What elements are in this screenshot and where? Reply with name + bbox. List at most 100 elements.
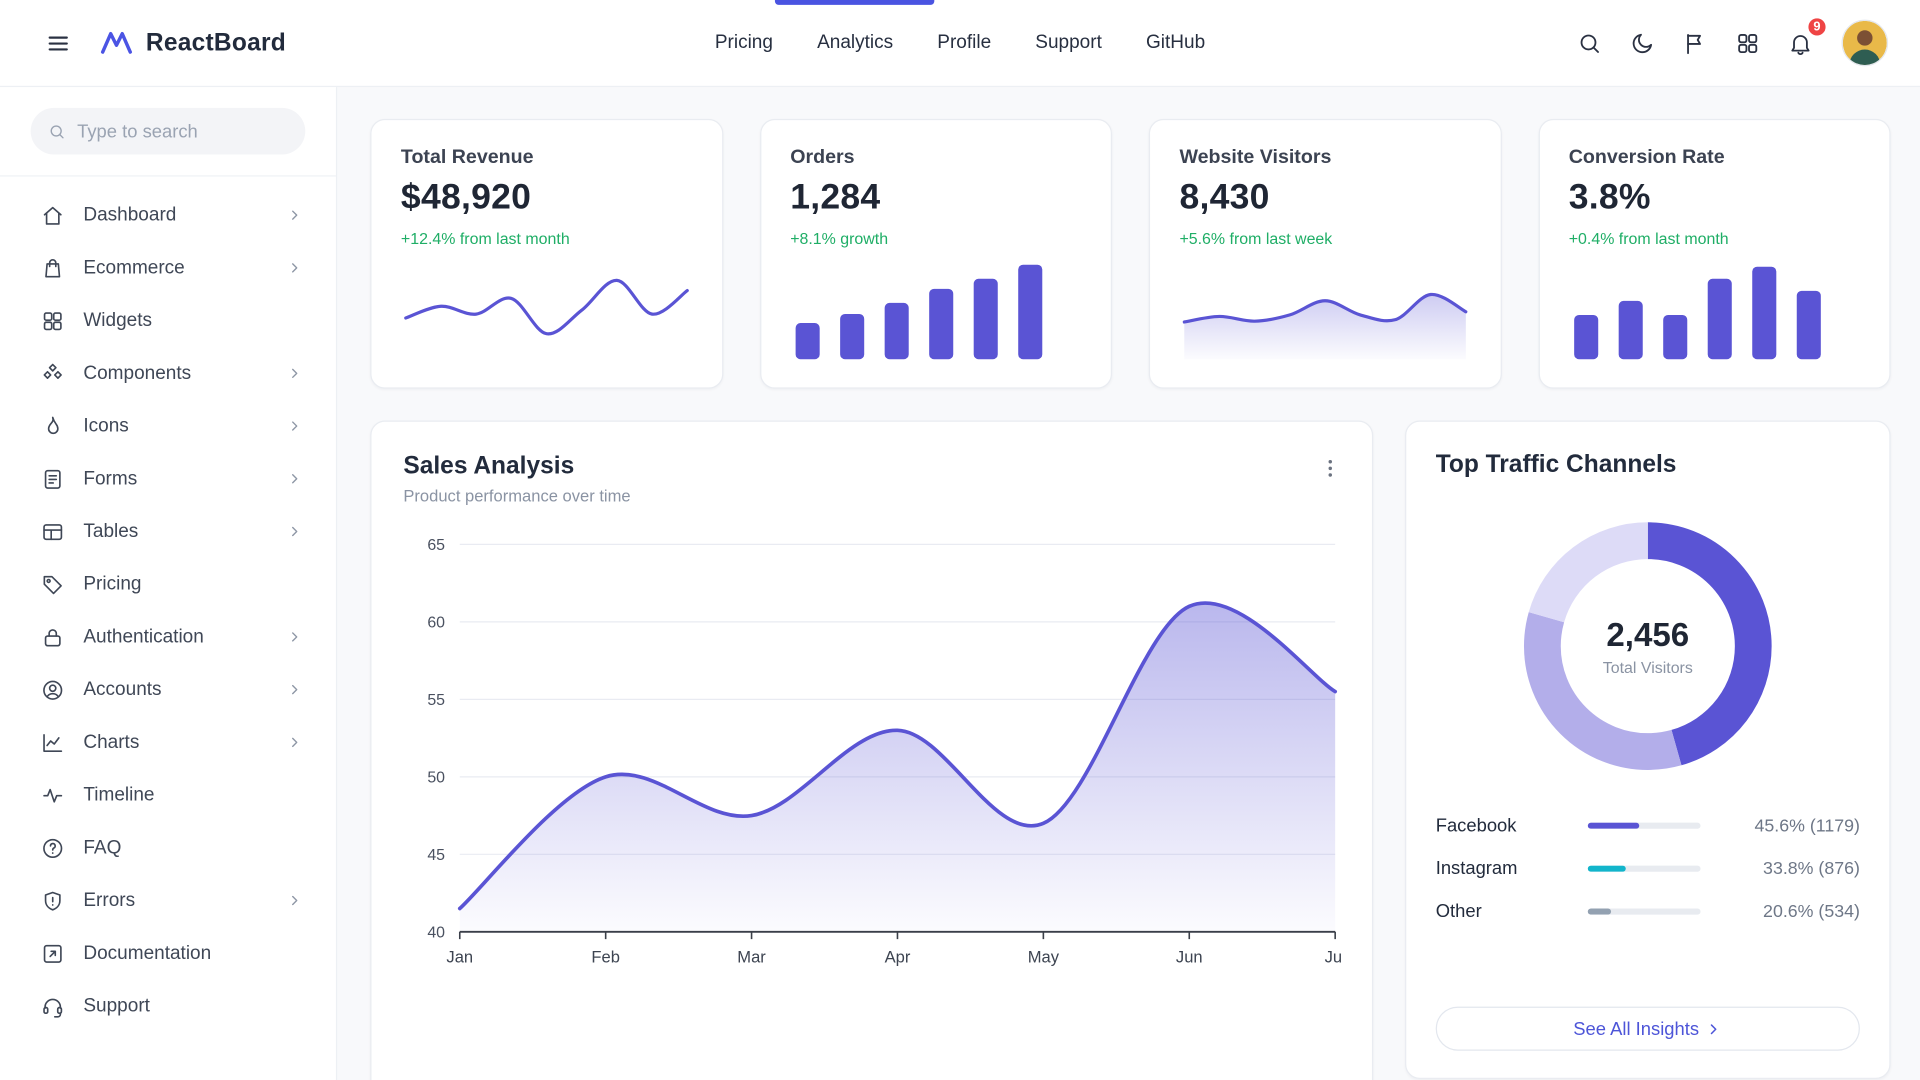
sidebar-item-label: Ecommerce xyxy=(83,257,267,279)
menu-button[interactable] xyxy=(37,22,79,64)
main-content: Total Revenue$48,920+12.4% from last mon… xyxy=(337,87,1920,1080)
topbar-left: ReactBoard xyxy=(37,22,286,64)
channel-progress-bar xyxy=(1588,823,1701,829)
sidebar-item-pricing[interactable]: Pricing xyxy=(17,558,319,611)
brand[interactable]: ReactBoard xyxy=(98,25,286,62)
stat-sparkline xyxy=(1179,254,1470,362)
sidebar-item-support[interactable]: Support xyxy=(17,980,319,1033)
traffic-channels-card: Top Traffic Channels 2,456 Total Visitor… xyxy=(1405,421,1891,1079)
avatar-image xyxy=(1843,21,1887,65)
flame-icon xyxy=(40,414,65,439)
sidebar-search-box xyxy=(31,108,306,155)
channel-name: Facebook xyxy=(1436,815,1573,836)
traffic-donut: 2,456 Total Visitors xyxy=(1506,504,1790,788)
channel-progress-bar xyxy=(1588,909,1701,915)
chevron-right-icon xyxy=(286,891,304,909)
language-button[interactable] xyxy=(1674,22,1716,64)
sidebar-item-accounts[interactable]: Accounts xyxy=(17,663,319,716)
topbar: ReactBoard Pricing Analytics Profile Suppor… xyxy=(0,0,1920,87)
nav-label: GitHub xyxy=(1146,32,1205,54)
nav-support[interactable]: Support xyxy=(1018,0,1119,86)
sidebar-item-tables[interactable]: Tables xyxy=(17,505,319,558)
sidebar-item-forms[interactable]: Forms xyxy=(17,452,319,505)
channel-stat: 33.8% (876) xyxy=(1715,859,1860,879)
form-icon xyxy=(40,467,65,492)
sidebar-item-label: Timeline xyxy=(83,784,304,806)
stat-delta: +12.4% from last month xyxy=(401,229,692,247)
see-all-insights-button[interactable]: See All Insights xyxy=(1436,1007,1860,1051)
stat-card-conversion-rate: Conversion Rate3.8%+0.4% from last month xyxy=(1538,119,1890,389)
nav-github[interactable]: GitHub xyxy=(1129,0,1222,86)
sidebar-item-label: Accounts xyxy=(83,679,267,701)
channel-row-instagram: Instagram 33.8% (876) xyxy=(1436,858,1860,879)
active-tab-indicator xyxy=(775,0,934,5)
chevron-right-icon xyxy=(286,206,304,224)
doc-icon xyxy=(40,941,65,966)
svg-text:Feb: Feb xyxy=(591,947,620,966)
search-icon xyxy=(48,121,66,142)
notification-badge: 9 xyxy=(1806,16,1828,38)
topbar-right: 9 xyxy=(1568,20,1888,67)
chevron-right-icon xyxy=(286,470,304,488)
sidebar-item-label: Icons xyxy=(83,415,267,437)
sidebar-item-charts[interactable]: Charts xyxy=(17,716,319,769)
svg-text:50: 50 xyxy=(427,769,445,786)
sidebar-item-label: Components xyxy=(83,362,267,384)
chevron-right-icon xyxy=(286,522,304,540)
svg-text:Jan: Jan xyxy=(446,947,473,966)
grid-icon xyxy=(40,308,65,333)
sidebar-nav: Dashboard Ecommerce Widgets Components Icons… xyxy=(0,177,336,1045)
search-button[interactable] xyxy=(1568,22,1610,64)
lock-icon xyxy=(40,625,65,650)
flag-icon xyxy=(1682,30,1708,56)
shield-icon xyxy=(40,888,65,913)
stat-card-orders: Orders1,284+8.1% growth xyxy=(760,119,1112,389)
stat-title: Orders xyxy=(790,147,1081,169)
stat-sparkline xyxy=(790,254,1081,362)
dark-mode-button[interactable] xyxy=(1621,22,1663,64)
sales-chart: 404550556065JanFebMarAprMayJunJul xyxy=(403,525,1342,981)
chevron-right-icon xyxy=(286,259,304,277)
stat-title: Total Revenue xyxy=(401,147,692,169)
user-icon xyxy=(40,677,65,702)
stat-sparkline xyxy=(1569,254,1860,362)
stat-delta: +5.6% from last week xyxy=(1179,229,1470,247)
apps-button[interactable] xyxy=(1726,22,1768,64)
sidebar-item-documentation[interactable]: Documentation xyxy=(17,927,319,980)
user-avatar[interactable] xyxy=(1842,20,1889,67)
reactboard-logo-icon xyxy=(98,25,135,62)
sidebar-item-faq[interactable]: FAQ xyxy=(17,821,319,874)
channel-name: Instagram xyxy=(1436,858,1573,879)
stat-card-website-visitors: Website Visitors8,430+5.6% from last wee… xyxy=(1149,119,1501,389)
chevron-right-icon xyxy=(286,628,304,646)
sidebar-item-authentication[interactable]: Authentication xyxy=(17,611,319,664)
channel-stat: 45.6% (1179) xyxy=(1715,816,1860,836)
page-scale-wrapper: ReactBoard Pricing Analytics Profile Suppor… xyxy=(0,0,1920,1080)
nav-label: Pricing xyxy=(715,32,773,54)
chevron-right-icon xyxy=(286,364,304,382)
bag-icon xyxy=(40,256,65,281)
nav-pricing[interactable]: Pricing xyxy=(698,0,790,86)
sidebar-item-ecommerce[interactable]: Ecommerce xyxy=(17,242,319,295)
sidebar-item-components[interactable]: Components xyxy=(17,347,319,400)
sidebar-item-label: FAQ xyxy=(83,837,304,859)
app: ReactBoard Pricing Analytics Profile Suppor… xyxy=(0,0,1920,1080)
nav-profile[interactable]: Profile xyxy=(920,0,1008,86)
sidebar-search-input[interactable] xyxy=(77,121,288,142)
sidebar-item-dashboard[interactable]: Dashboard xyxy=(17,189,319,242)
sales-card-menu-button[interactable] xyxy=(1311,449,1350,488)
stats-row: Total Revenue$48,920+12.4% from last mon… xyxy=(370,119,1890,389)
sidebar-item-label: Errors xyxy=(83,889,267,911)
sidebar-item-icons[interactable]: Icons xyxy=(17,400,319,453)
sidebar-item-label: Dashboard xyxy=(83,204,267,226)
channel-progress-fill xyxy=(1588,866,1626,872)
nav-label: Profile xyxy=(937,32,991,54)
svg-text:Jun: Jun xyxy=(1176,947,1203,966)
channel-progress-fill xyxy=(1588,823,1639,829)
sidebar-item-widgets[interactable]: Widgets xyxy=(17,294,319,347)
sidebar-item-timeline[interactable]: Timeline xyxy=(17,769,319,822)
stat-value: 3.8% xyxy=(1569,178,1860,218)
nav-analytics[interactable]: Analytics xyxy=(800,0,910,86)
sidebar-item-errors[interactable]: Errors xyxy=(17,874,319,927)
traffic-card-title: Top Traffic Channels xyxy=(1436,451,1860,479)
